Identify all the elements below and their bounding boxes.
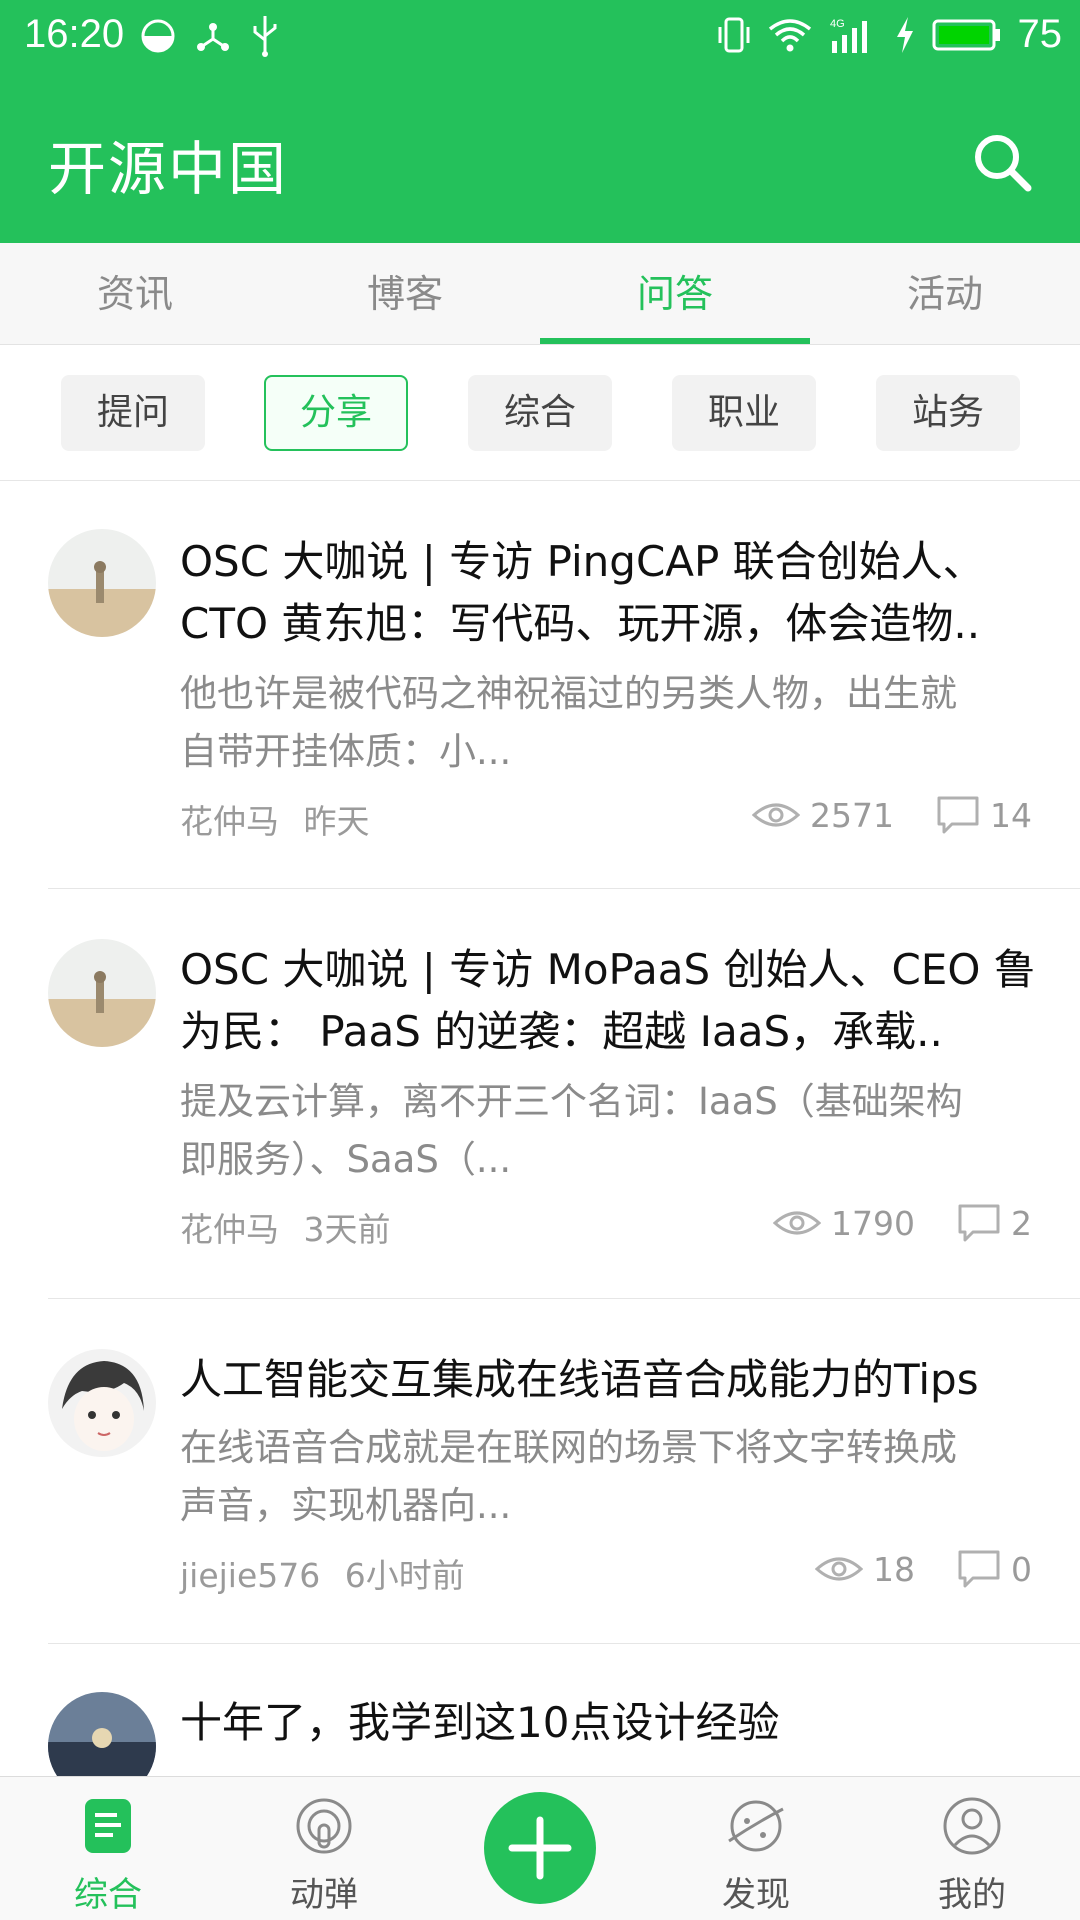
item-author-time: 花仲马 昨天: [180, 795, 370, 843]
list-item[interactable]: 人工智能交互集成在线语音合成能力的Tips 在线语音合成就是在联网的场景下将文字…: [0, 1299, 1080, 1644]
tab-news[interactable]: 资讯: [0, 243, 270, 344]
tab-blog[interactable]: 博客: [270, 243, 540, 344]
item-summary-line: 即服务）、SaaS（...: [180, 1138, 512, 1181]
plus-icon: [508, 1816, 572, 1880]
item-author[interactable]: 花仲马: [180, 802, 279, 841]
comment-count: 14: [990, 795, 1032, 835]
comment-icon: [958, 1204, 1000, 1242]
item-time: 3天前: [303, 1210, 391, 1249]
item-title-line[interactable]: OSC 大咖说 | 专访 MoPaaS 创始人、CEO 鲁: [180, 939, 1040, 1001]
tab-events[interactable]: 活动: [810, 243, 1080, 344]
view-count: 18: [873, 1549, 915, 1589]
item-author[interactable]: 花仲马: [180, 1210, 279, 1249]
list-item[interactable]: OSC 大咖说 | 专访 PingCAP 联合创始人、 CTO 黄东旭：写代码、…: [0, 481, 1080, 889]
chip-ask[interactable]: 提问: [61, 375, 205, 451]
tab-qa[interactable]: 问答: [540, 243, 810, 344]
chip-career[interactable]: 职业: [672, 375, 816, 451]
comment-icon: [958, 1550, 1000, 1588]
item-summary-line: 他也许是被代码之神祝福过的另类人物，出生就: [180, 672, 957, 715]
eye-icon: [815, 1557, 863, 1581]
filter-chips: 提问 分享 综合 职业 站务: [0, 345, 1080, 481]
item-time: 昨天: [303, 802, 370, 841]
nav-me[interactable]: 我的: [892, 1777, 1052, 1920]
view-count: 2571: [810, 795, 894, 835]
item-stats: 18 0: [815, 1549, 1032, 1589]
podcast-icon: [296, 1798, 352, 1854]
status-left-icons: [140, 14, 280, 58]
item-summary-line: 自带开挂体质：小...: [180, 730, 512, 773]
share-icon: [197, 23, 229, 51]
item-author-time: jiejie576 6小时前: [180, 1549, 465, 1597]
nav-label: 动弹: [290, 1875, 358, 1915]
nav-discover[interactable]: 发现: [676, 1777, 836, 1920]
chip-site[interactable]: 站务: [876, 375, 1020, 451]
item-summary-line: 在线语音合成就是在联网的场景下将文字转换成: [180, 1426, 957, 1469]
item-summary-line: 提及云计算，离不开三个名词：IaaS（基础架构: [180, 1080, 963, 1123]
item-summary-line: 声音，实现机器向...: [180, 1484, 512, 1527]
item-stats: 1790 2: [773, 1203, 1032, 1243]
battery-icon: [932, 19, 1000, 50]
status-bar: 16:20 4G 75: [0, 0, 1080, 75]
view-count: 1790: [831, 1203, 915, 1243]
comment-count: 2: [1011, 1203, 1032, 1243]
nav-label: 我的: [938, 1875, 1006, 1915]
item-author-time: 花仲马 3天前: [180, 1203, 391, 1251]
item-title-line[interactable]: CTO 黄东旭：写代码、玩开源，体会造物..: [180, 593, 1040, 655]
category-tabs: 资讯 博客 问答 活动: [0, 243, 1080, 345]
avatar-image: [48, 939, 156, 1047]
charging-icon: [896, 16, 913, 53]
comment-icon: [937, 796, 979, 834]
list-item[interactable]: OSC 大咖说 | 专访 MoPaaS 创始人、CEO 鲁 为民： PaaS 的…: [0, 889, 1080, 1299]
search-icon: [975, 135, 1032, 192]
app-header: 16:20 4G 75 开源中国: [0, 0, 1080, 243]
avatar[interactable]: [48, 1349, 156, 1457]
status-time: 16:20: [24, 12, 125, 56]
eye-icon: [752, 803, 801, 827]
comment-count: 0: [1011, 1549, 1032, 1589]
planet-icon: [728, 1800, 784, 1852]
nav-label: 发现: [722, 1875, 790, 1915]
nav-label: 综合: [74, 1875, 142, 1915]
item-title-line[interactable]: 为民： PaaS 的逆袭：超越 IaaS，承载..: [180, 1001, 1040, 1063]
svg-text:4G: 4G: [830, 18, 845, 30]
item-meta: jiejie576 6小时前 18 0: [180, 1549, 1032, 1596]
nav-tweets[interactable]: 动弹: [244, 1777, 404, 1920]
add-button[interactable]: [484, 1792, 596, 1904]
eye-icon: [773, 1211, 822, 1235]
item-title-line[interactable]: 十年了，我学到这10点设计经验: [180, 1692, 1040, 1754]
item-title-line[interactable]: OSC 大咖说 | 专访 PingCAP 联合创始人、: [180, 531, 1040, 593]
signal-4g-icon: 4G: [830, 18, 867, 53]
search-button[interactable]: [970, 130, 1034, 194]
status-right-icons: 4G 75: [716, 12, 1063, 57]
avatar[interactable]: [48, 939, 156, 1047]
chip-share[interactable]: 分享: [264, 375, 408, 451]
avatar-image: [48, 529, 156, 637]
list-item[interactable]: 十年了，我学到这10点设计经验: [0, 1644, 1080, 1800]
wifi-icon: [768, 18, 811, 51]
avatar-image: [48, 1349, 156, 1457]
battery-percent: 75: [1017, 12, 1063, 56]
chip-general[interactable]: 综合: [468, 375, 612, 451]
nav-general[interactable]: 综合: [28, 1777, 188, 1920]
item-meta: 花仲马 3天前 1790 2: [180, 1203, 1032, 1250]
item-author[interactable]: jiejie576: [180, 1556, 320, 1595]
item-stats: 2571 14: [752, 795, 1032, 835]
item-title-line[interactable]: 人工智能交互集成在线语音合成能力的Tips: [180, 1349, 1040, 1411]
item-time: 6小时前: [344, 1556, 465, 1595]
vibrate-icon: [718, 17, 749, 52]
item-meta: 花仲马 昨天 2571 14: [180, 795, 1032, 842]
news-icon: [85, 1799, 131, 1853]
do-not-disturb-icon: [141, 19, 175, 53]
user-icon: [943, 1797, 1001, 1855]
app-title: 开源中国: [48, 135, 289, 203]
avatar[interactable]: [48, 529, 156, 637]
usb-icon: [253, 16, 277, 57]
